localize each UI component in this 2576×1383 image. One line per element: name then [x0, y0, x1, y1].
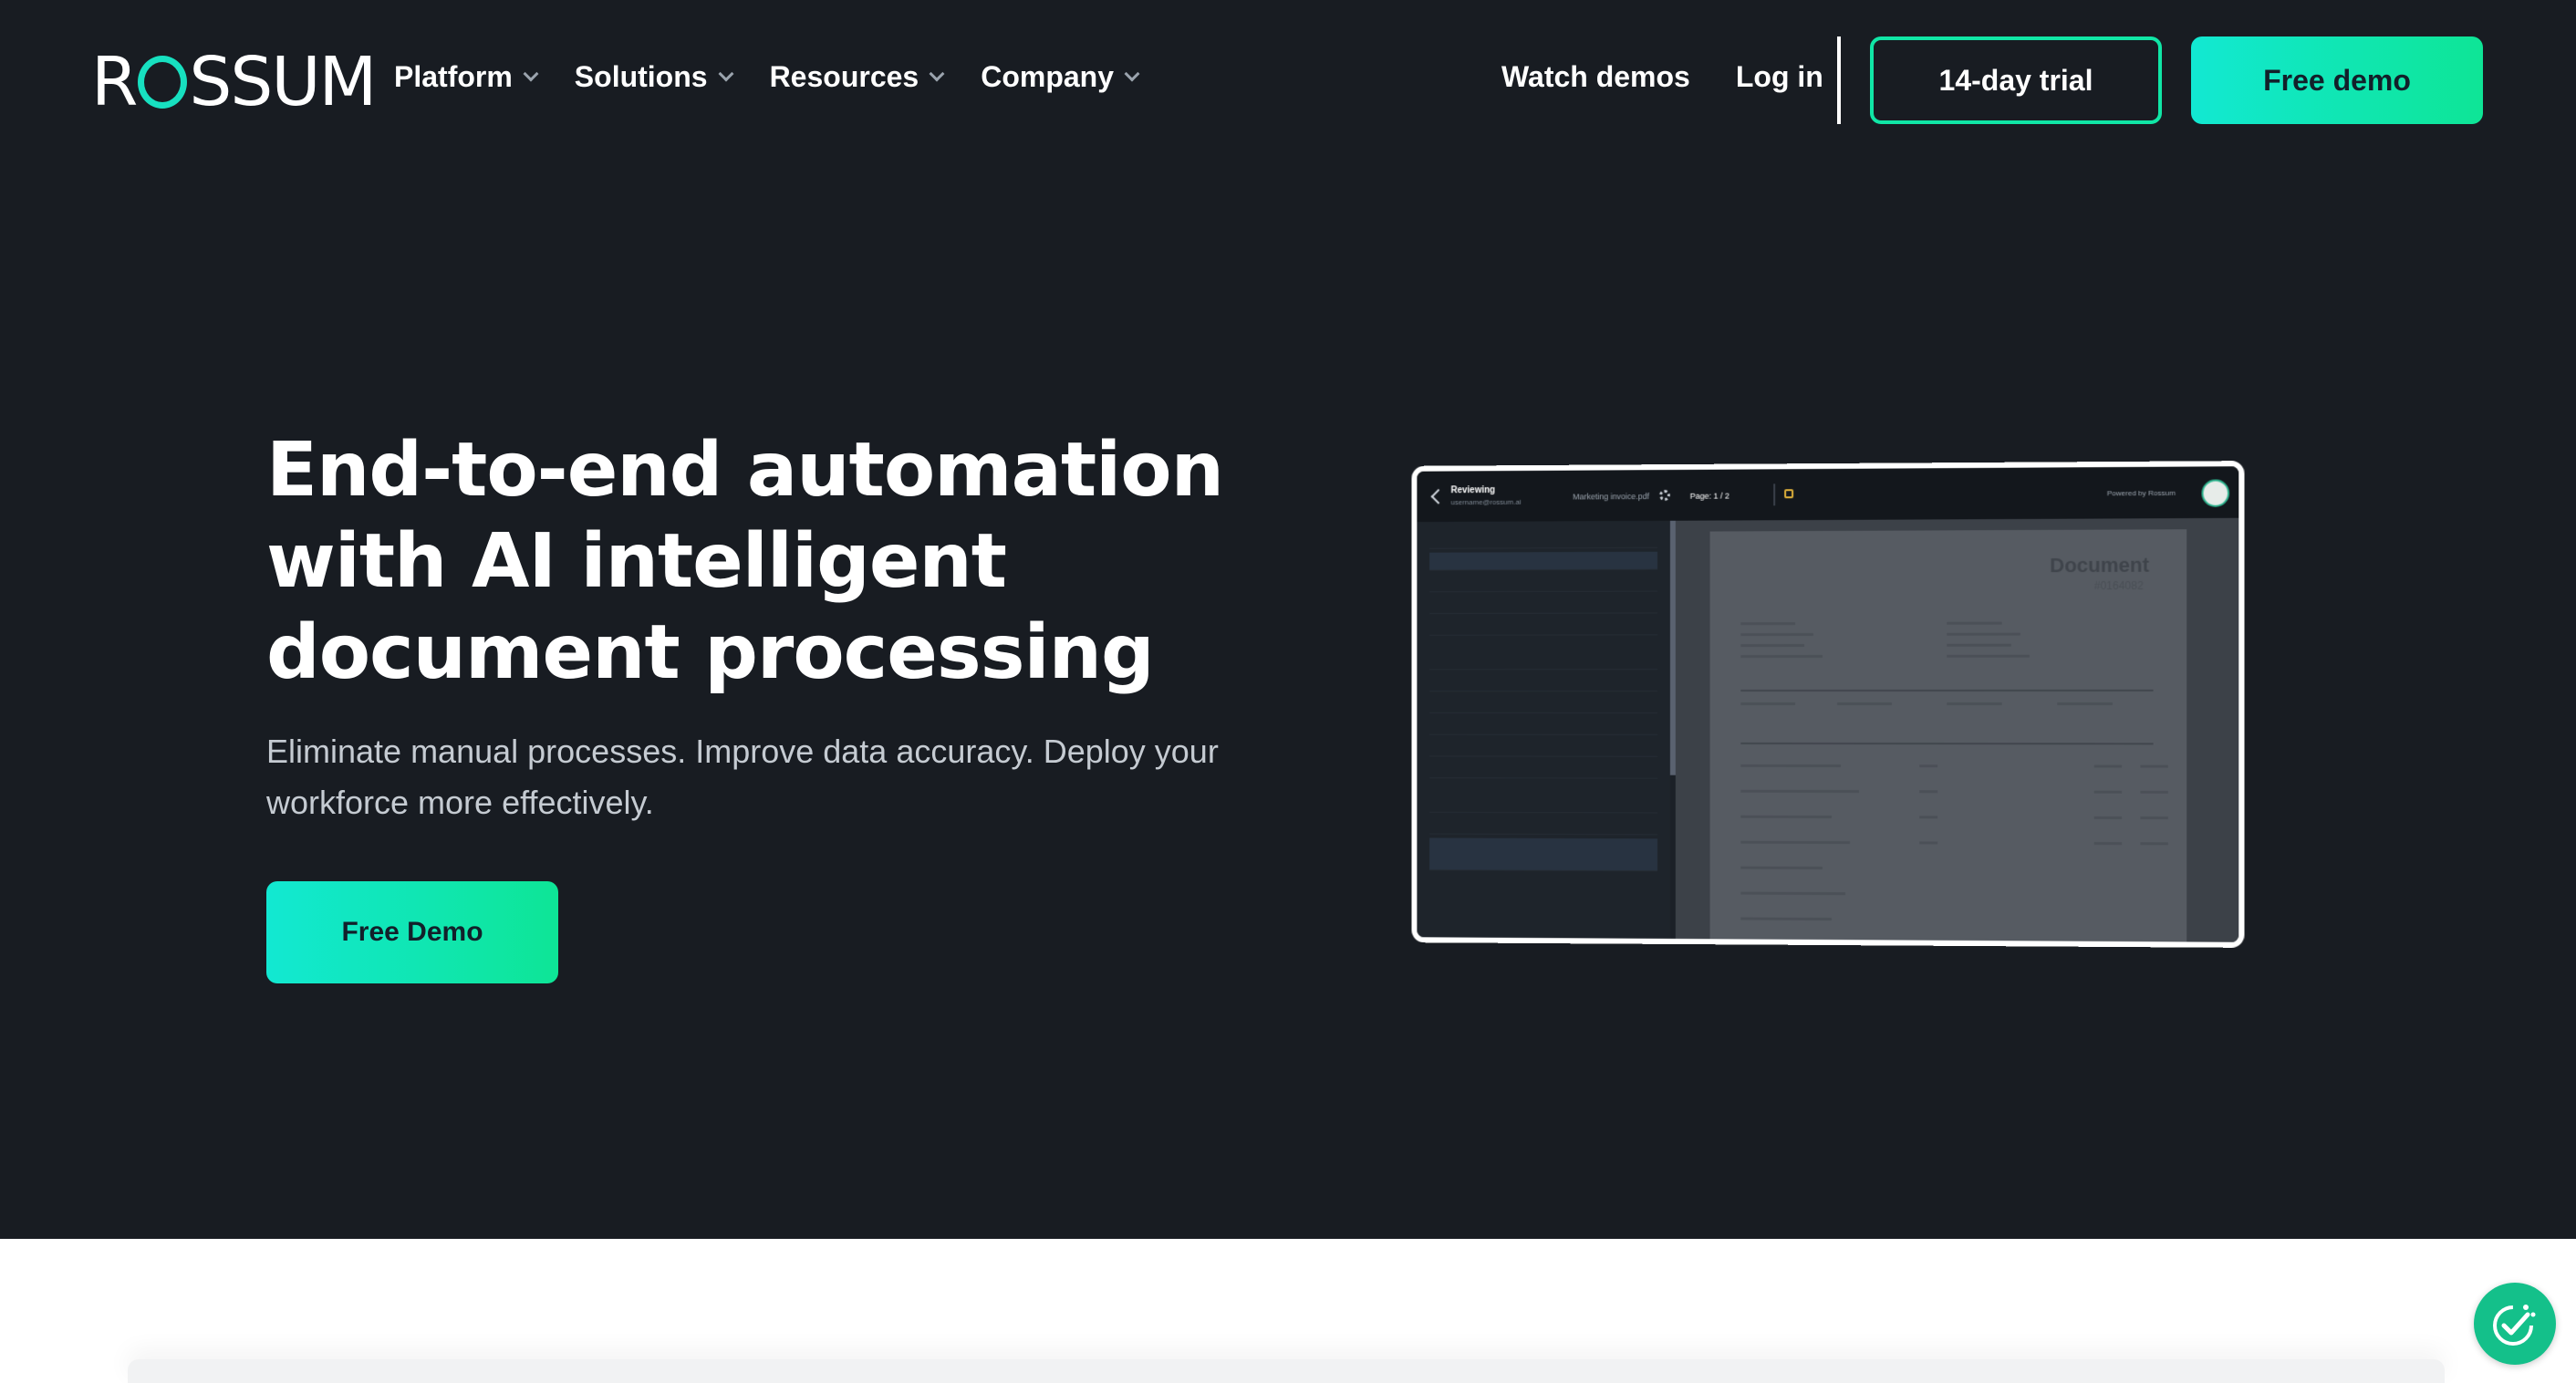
rossum-logo[interactable]: R SSUM — [91, 43, 377, 121]
list-item — [1429, 760, 1658, 779]
logo-o-ring — [138, 56, 188, 109]
preview-document: Document #0164082 — [1709, 529, 2187, 948]
cookie-consent-icon — [2493, 1305, 2536, 1346]
list-item — [1429, 695, 1658, 713]
list-item — [1429, 837, 1658, 872]
menu-item-label: Solutions — [574, 60, 708, 93]
preview-user: username@rossum.ai — [1450, 497, 1522, 507]
list-item — [1429, 651, 1658, 671]
list-item — [1429, 716, 1658, 735]
menu-item-label: Platform — [394, 60, 513, 93]
lower-card — [128, 1359, 2445, 1383]
nav-divider — [1837, 36, 1841, 124]
menu-item-company[interactable]: Company — [981, 60, 1140, 94]
main-menu: Platform Solutions Resources Company — [394, 60, 1140, 94]
preview-doc-number: #0164082 — [2093, 578, 2144, 593]
list-item — [1429, 673, 1658, 692]
preview-page-indicator: Page: 1 / 2 — [1689, 491, 1729, 501]
trial-button[interactable]: 14-day trial — [1870, 36, 2162, 124]
gear-icon — [1659, 489, 1670, 501]
list-item — [1429, 595, 1658, 615]
list-item — [1429, 573, 1658, 593]
copy-icon — [1784, 489, 1794, 499]
avatar — [2201, 479, 2230, 507]
nav-right-links: Watch demos Log in — [1501, 60, 1823, 94]
list-item — [1429, 738, 1658, 757]
list-item — [1429, 794, 1658, 814]
menu-item-label: Resources — [769, 60, 919, 93]
menu-item-solutions[interactable]: Solutions — [574, 60, 734, 94]
hero-free-demo-button[interactable]: Free Demo — [266, 881, 558, 983]
arrow-left-icon — [1430, 488, 1447, 504]
watch-demos-link[interactable]: Watch demos — [1501, 60, 1690, 94]
chevron-down-icon — [929, 66, 945, 81]
preview-status: Reviewing — [1450, 485, 1496, 496]
menu-item-platform[interactable]: Platform — [394, 60, 539, 94]
preview-filename: Marketing invoice.pdf — [1573, 492, 1650, 502]
app-preview-image: Reviewing username@rossum.ai Marketing i… — [1411, 461, 2245, 948]
hero-subtitle: Eliminate manual processes. Improve data… — [266, 733, 1219, 821]
list-item — [1429, 551, 1658, 571]
chevron-down-icon — [1124, 66, 1140, 81]
preview-divider — [1773, 484, 1776, 506]
preview-document-area: Document #0164082 — [1675, 517, 2239, 948]
chevron-down-icon — [718, 66, 734, 81]
chevron-down-icon — [523, 66, 539, 81]
menu-item-label: Company — [981, 60, 1114, 93]
log-in-link[interactable]: Log in — [1736, 60, 1823, 94]
preview-powered-by: Powered by Rossum — [2106, 488, 2176, 498]
list-item — [1429, 617, 1658, 636]
cookie-consent-button[interactable] — [2474, 1283, 2556, 1365]
menu-item-resources[interactable]: Resources — [769, 60, 945, 94]
preview-topbar: Reviewing username@rossum.ai Marketing i… — [1417, 466, 2239, 523]
preview-sidebar — [1417, 520, 1670, 939]
list-item — [1429, 529, 1658, 549]
list-item — [1429, 816, 1658, 836]
hero-title: End-to-end automation with AI intelligen… — [266, 427, 1224, 696]
top-navigation: R SSUM Platform Solutions Resources Compa… — [0, 0, 2576, 164]
preview-doc-title: Document — [2050, 553, 2150, 577]
free-demo-button[interactable]: Free demo — [2191, 36, 2483, 124]
